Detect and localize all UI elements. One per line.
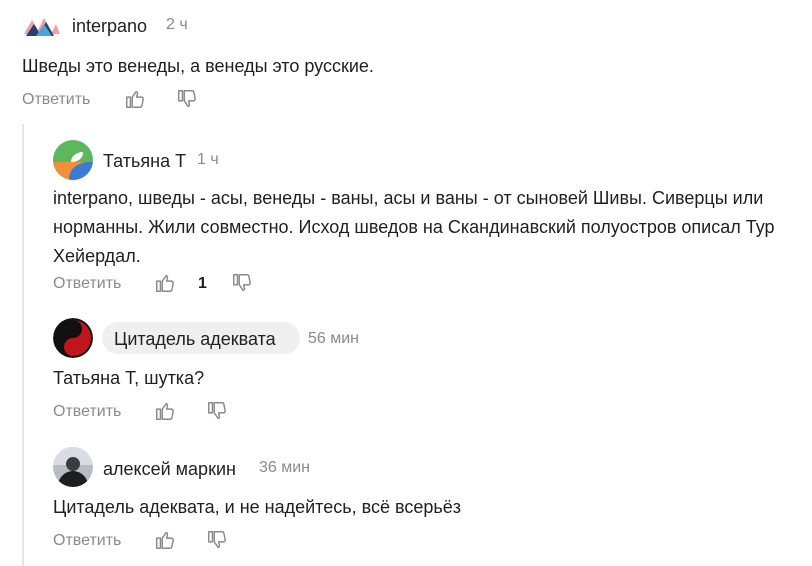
author-name[interactable]: алексей маркин [103, 459, 236, 480]
reply-button[interactable]: Ответить [53, 532, 121, 550]
dislike-icon[interactable] [206, 529, 228, 551]
like-count: 1 [198, 275, 207, 292]
like-icon[interactable] [124, 88, 146, 110]
comment-text: Цитадель адеквата, и не надейтесь, всё в… [53, 497, 462, 517]
comment-text: interpano, шведы - асы, венеды - ваны, а… [53, 188, 775, 266]
user-photo-icon[interactable] [53, 447, 93, 487]
author-name[interactable]: Цитадель адеквата [114, 329, 276, 350]
like-icon[interactable] [154, 529, 176, 551]
comment-time: 2 ч [166, 16, 188, 33]
dislike-icon[interactable] [206, 400, 228, 422]
author-name[interactable]: Татьяна Т [103, 151, 186, 172]
reply-button[interactable]: Ответить [53, 403, 121, 421]
yin-yang-icon[interactable] [53, 318, 93, 358]
author-name[interactable]: interpano [72, 16, 147, 37]
mountain-logo-icon[interactable] [22, 8, 62, 40]
like-icon[interactable] [154, 400, 176, 422]
dislike-icon[interactable] [176, 88, 198, 110]
comment-text: Шведы это венеды, а венеды это русские. [22, 56, 374, 76]
comment-time: 36 мин [259, 459, 311, 476]
comment-time: 56 мин [308, 330, 360, 347]
dislike-icon[interactable] [231, 272, 253, 294]
comment-text: Татьяна Т, шутка? [53, 368, 205, 388]
leaf-avatar-icon[interactable] [53, 140, 93, 180]
comment-time: 1 ч [197, 151, 219, 168]
reply-button[interactable]: Ответить [53, 275, 121, 293]
reply-button[interactable]: Ответить [22, 91, 90, 109]
like-icon[interactable] [154, 272, 176, 294]
thread-line [22, 124, 24, 566]
